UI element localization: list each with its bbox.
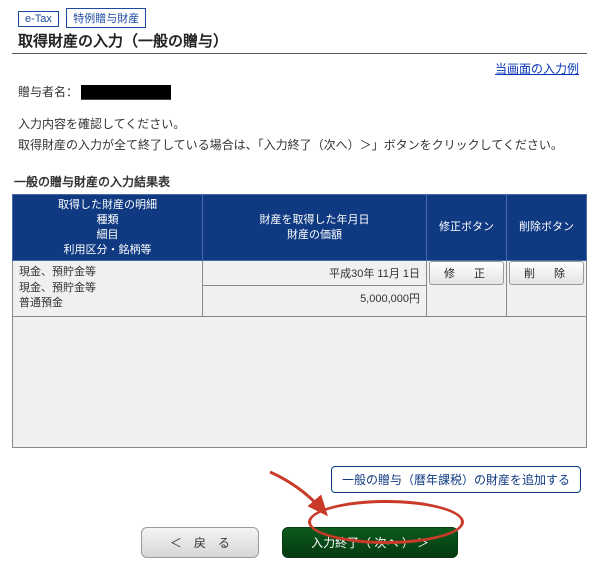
instructions: 入力内容を確認してください。 取得財産の入力が全て終了している場合は、「入力終了… <box>18 114 587 155</box>
title-divider <box>12 53 587 54</box>
instruction-line-1: 入力内容を確認してください。 <box>18 114 587 134</box>
acquire-date: 平成30年 11月 1日 <box>203 261 426 286</box>
col-header-detail: 取得した財産の明細 種類 細目 利用区分・銘柄等 <box>13 195 203 261</box>
detail-line: 普通預金 <box>19 296 196 311</box>
section-title: 一般の贈与財産の入力結果表 <box>14 173 587 190</box>
detail-line: 現金、預貯金等 <box>19 265 196 280</box>
col-header-delete: 削除ボタン <box>507 195 587 261</box>
result-table: 取得した財産の明細 種類 細目 利用区分・銘柄等 財産を取得した年月日 財産の価… <box>12 194 587 317</box>
table-empty-area <box>12 317 587 448</box>
detail-line: 現金、預貯金等 <box>19 281 196 296</box>
donor-label: 贈与者名： <box>18 85 78 99</box>
next-button[interactable]: 入力終了（ 次へ ） ＞ <box>282 527 458 558</box>
badge-etax: e-Tax <box>18 11 59 27</box>
col-header-edit: 修正ボタン <box>427 195 507 261</box>
badge-special: 特例贈与財産 <box>66 8 146 28</box>
delete-button[interactable]: 削 除 <box>509 261 584 285</box>
property-value: 5,000,000円 <box>203 286 426 310</box>
example-link[interactable]: 当画面の入力例 <box>495 62 579 76</box>
table-row: 現金、預貯金等 現金、預貯金等 普通預金 平成30年 11月 1日 5,000,… <box>13 261 587 316</box>
back-button[interactable]: ＜ 戻 る <box>141 527 259 558</box>
instruction-line-2: 取得財産の入力が全て終了している場合は、「入力終了（次へ）＞」ボタンをクリックし… <box>18 135 587 155</box>
page-title: 取得財産の入力（一般の贈与） <box>18 30 587 51</box>
donor-name-value <box>81 85 171 100</box>
edit-button[interactable]: 修 正 <box>429 261 504 285</box>
add-property-button[interactable]: 一般の贈与（暦年課税）の財産を追加する <box>331 466 581 493</box>
col-header-value: 財産を取得した年月日 財産の価額 <box>203 195 427 261</box>
